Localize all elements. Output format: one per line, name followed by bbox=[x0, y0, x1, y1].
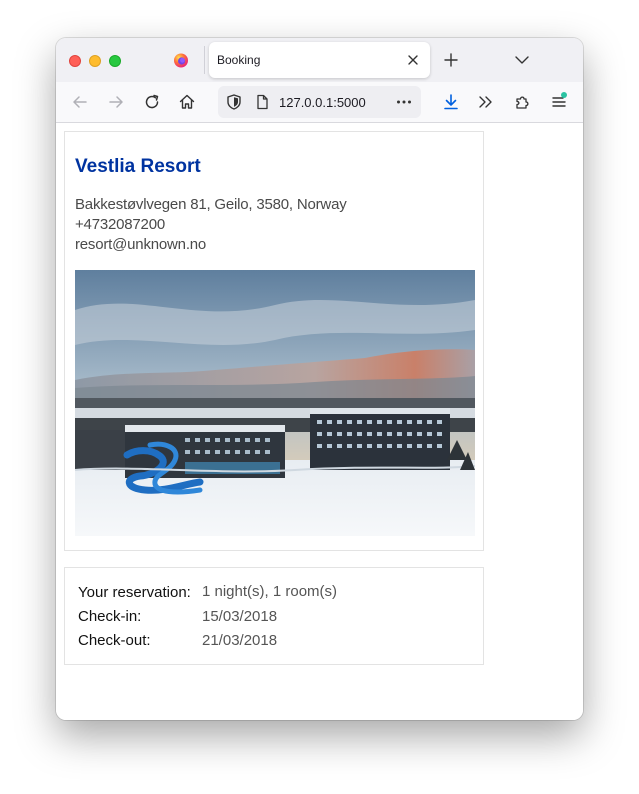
zoom-window-button[interactable] bbox=[109, 55, 121, 67]
close-window-button[interactable] bbox=[69, 55, 81, 67]
tab-bar: Booking bbox=[56, 38, 583, 82]
page-info-icon[interactable] bbox=[252, 92, 272, 112]
address-bar[interactable]: 127.0.0.1:5000 bbox=[218, 86, 421, 118]
notification-dot bbox=[561, 92, 567, 98]
checkin-value: 15/03/2018 bbox=[202, 608, 278, 625]
hotel-address: Bakkestøvlvegen 81, Geilo, 3580, Norway bbox=[75, 196, 347, 213]
more-dots-icon[interactable] bbox=[394, 92, 414, 112]
shield-icon[interactable] bbox=[224, 92, 244, 112]
tab-list-chevron-icon[interactable] bbox=[513, 51, 531, 69]
tab-booking[interactable]: Booking bbox=[209, 42, 430, 78]
home-icon[interactable] bbox=[177, 92, 197, 112]
forward-arrow-icon[interactable] bbox=[106, 92, 126, 112]
browser-window: Booking 127.0.0.1:5000 Vestlia Resort Ba… bbox=[56, 38, 583, 720]
chevron-double-right-icon[interactable] bbox=[476, 92, 496, 112]
navigation-toolbar: 127.0.0.1:5000 bbox=[56, 82, 583, 123]
reservation-card: Your reservation: 1 night(s), 1 room(s) … bbox=[64, 567, 484, 665]
download-icon[interactable] bbox=[441, 92, 461, 112]
hotel-email: resort@unknown.no bbox=[75, 236, 207, 253]
url-text[interactable]: 127.0.0.1:5000 bbox=[279, 95, 366, 110]
checkout-label: Check-out: bbox=[78, 632, 151, 649]
minimize-window-button[interactable] bbox=[89, 55, 101, 67]
page-content: Vestlia Resort Bakkestøvlvegen 81, Geilo… bbox=[56, 123, 583, 720]
firefox-logo-icon bbox=[174, 53, 188, 68]
back-arrow-icon[interactable] bbox=[70, 92, 90, 112]
checkin-label: Check-in: bbox=[78, 608, 142, 625]
hotel-name: Vestlia Resort bbox=[75, 156, 201, 177]
reservation-summary-value: 1 night(s), 1 room(s) bbox=[202, 583, 338, 600]
tab-title: Booking bbox=[217, 53, 261, 67]
hotel-card: Vestlia Resort Bakkestøvlvegen 81, Geilo… bbox=[64, 131, 484, 551]
reload-icon[interactable] bbox=[142, 92, 162, 112]
tab-separator bbox=[204, 46, 205, 74]
hotel-photo bbox=[75, 270, 475, 536]
close-tab-icon[interactable] bbox=[404, 51, 422, 69]
hotel-phone: +4732087200 bbox=[75, 216, 165, 233]
reservation-summary-label: Your reservation: bbox=[78, 584, 191, 601]
puzzle-extensions-icon[interactable] bbox=[513, 92, 533, 112]
checkout-value: 21/03/2018 bbox=[202, 632, 278, 649]
new-tab-icon[interactable] bbox=[442, 51, 460, 69]
